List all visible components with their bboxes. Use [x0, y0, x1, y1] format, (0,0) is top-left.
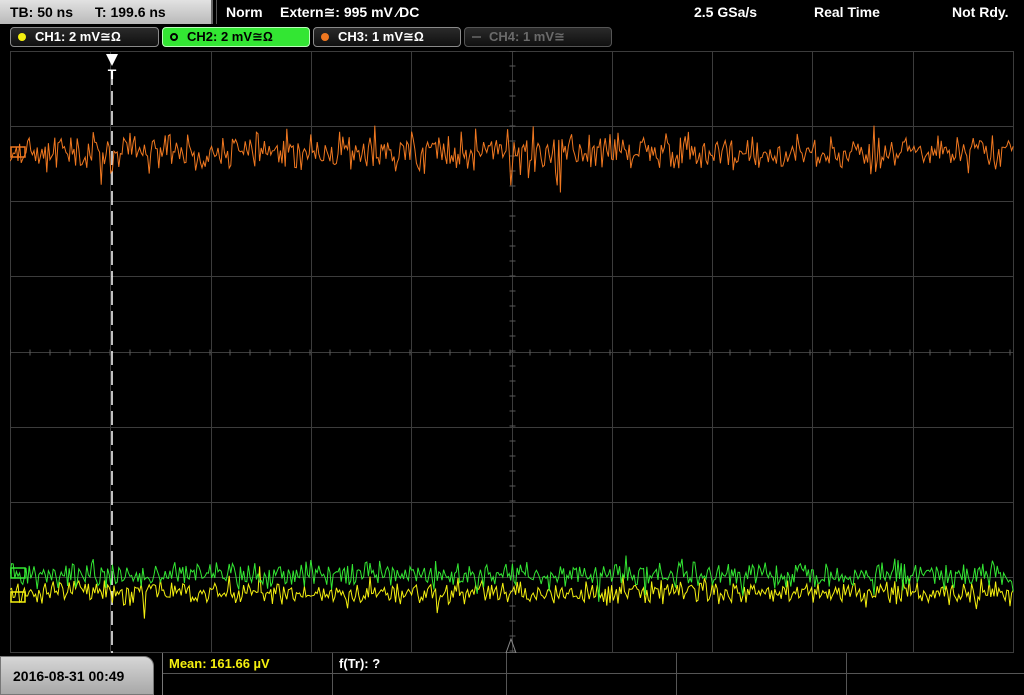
channel-2-dot-icon	[170, 33, 178, 41]
status-bar: TB: 50 ns T: 199.6 ns Norm Extern≅: 995 …	[0, 0, 1024, 24]
measurement-slot-empty[interactable]	[333, 674, 507, 695]
measurement-slot-empty[interactable]	[847, 674, 1024, 695]
channel-3-label: CH3: 1 mV≅Ω	[338, 29, 424, 44]
channel-2-label: CH2: 2 mV≅Ω	[187, 29, 273, 44]
channel-1-button[interactable]: CH1: 2 mV≅Ω	[10, 27, 159, 47]
graticule-ticks	[10, 51, 1011, 652]
waveform-display[interactable]: T	[10, 51, 1014, 653]
trigger-source[interactable]: Extern≅: 995 mV ∕DC	[280, 0, 420, 24]
trigger-position-arrow-icon[interactable]	[106, 54, 118, 66]
channel-1-label: CH1: 2 mV≅Ω	[35, 29, 121, 44]
measurement-slot-empty[interactable]	[847, 653, 1024, 674]
measurement-panel: Mean: 161.66 µV f(Tr): ?	[162, 653, 1024, 695]
acquisition-status: Not Rdy.	[952, 0, 1009, 24]
acquisition-mode[interactable]: Real Time	[814, 0, 880, 24]
channel-4-label: CH4: 1 mV≅	[489, 29, 565, 44]
channel-bar: CH1: 2 mV≅Ω CH2: 2 mV≅Ω CH3: 1 mV≅Ω CH4:…	[0, 24, 1024, 50]
measurement-slot-empty[interactable]	[677, 653, 847, 674]
trigger-time-value: T: 199.6 ns	[94, 4, 166, 20]
waveform-canvas: T	[10, 51, 1014, 653]
trigger-mode[interactable]: Norm	[226, 0, 263, 24]
channel-3-dot-icon	[321, 33, 329, 41]
timebase-panel[interactable]: TB: 50 ns T: 199.6 ns	[0, 0, 213, 24]
channel-1-dot-icon	[18, 33, 26, 41]
channel-3-ground-marker-icon	[10, 146, 26, 158]
measurement-rise-frequency[interactable]: f(Tr): ?	[333, 653, 507, 674]
measurement-mean[interactable]: Mean: 161.66 µV	[163, 653, 333, 674]
measurement-row	[163, 674, 1024, 695]
channel-4-button[interactable]: CH4: 1 mV≅	[464, 27, 612, 47]
channel-4-dot-icon	[472, 36, 481, 38]
sample-rate[interactable]: 2.5 GSa/s	[694, 0, 758, 24]
timebase-value: TB: 50 ns	[10, 4, 74, 20]
channel-2-trace	[10, 555, 1014, 602]
status-divider	[216, 0, 217, 24]
channel-3-button[interactable]: CH3: 1 mV≅Ω	[313, 27, 461, 47]
measurement-slot-empty[interactable]	[507, 653, 677, 674]
channel-2-button[interactable]: CH2: 2 mV≅Ω	[162, 27, 310, 47]
trigger-marker-label: T	[108, 66, 117, 82]
date-time-display: 2016-08-31 00:49	[0, 656, 154, 695]
channel-3-trace	[10, 125, 1014, 193]
measurement-slot-empty[interactable]	[163, 674, 333, 695]
measurement-slot-empty[interactable]	[677, 674, 847, 695]
measurement-row: Mean: 161.66 µV f(Tr): ?	[163, 653, 1024, 674]
measurement-slot-empty[interactable]	[507, 674, 677, 695]
